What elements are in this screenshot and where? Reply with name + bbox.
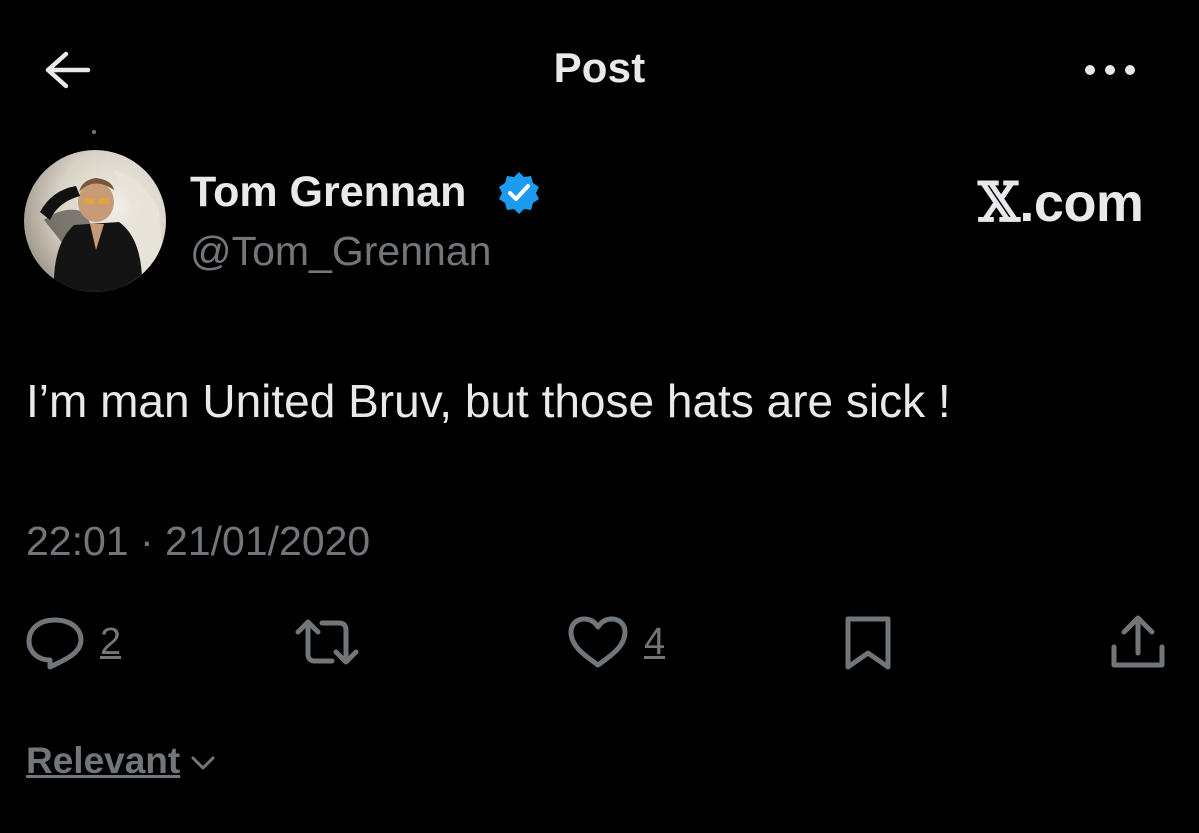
author-display-name[interactable]: Tom Grennan	[190, 168, 466, 217]
like-icon	[568, 616, 628, 668]
profile-photo	[24, 150, 166, 292]
replies-sort-dropdown[interactable]: Relevant	[26, 740, 216, 782]
like-count: 4	[644, 621, 666, 663]
like-button[interactable]: 4	[566, 612, 665, 672]
post-text: I’m man United Bruv, but those hats are …	[26, 375, 951, 427]
author-handle[interactable]: @Tom_Grennan	[190, 228, 491, 275]
chevron-down-icon	[191, 756, 215, 770]
avatar[interactable]	[24, 150, 166, 292]
more-options-button[interactable]	[1080, 54, 1140, 86]
more-horizontal-icon	[1085, 65, 1135, 75]
sort-label: Relevant	[26, 740, 181, 781]
reply-button[interactable]: 2	[24, 612, 121, 672]
x-domain-text: .com	[1019, 173, 1144, 233]
bookmark-button[interactable]	[840, 612, 896, 672]
post-timestamp[interactable]: 22:01 · 21/01/2020	[26, 518, 370, 565]
share-button[interactable]	[1108, 612, 1168, 672]
share-icon	[1111, 615, 1165, 668]
reply-count: 2	[100, 621, 122, 663]
retweet-button[interactable]	[292, 612, 362, 672]
bookmark-icon	[845, 616, 891, 670]
retweet-icon	[295, 619, 359, 665]
x-logo-glyph: 𝕏	[978, 170, 1020, 234]
page-title: Post	[553, 44, 646, 91]
post-screen: Post Tom Grennan @Tom_Grennan 𝕏.com I’m …	[0, 0, 1199, 833]
reply-icon	[26, 617, 84, 670]
thread-connector-dot	[92, 130, 96, 134]
verified-badge-icon	[496, 170, 542, 216]
x-com-watermark: 𝕏.com	[978, 170, 1144, 234]
